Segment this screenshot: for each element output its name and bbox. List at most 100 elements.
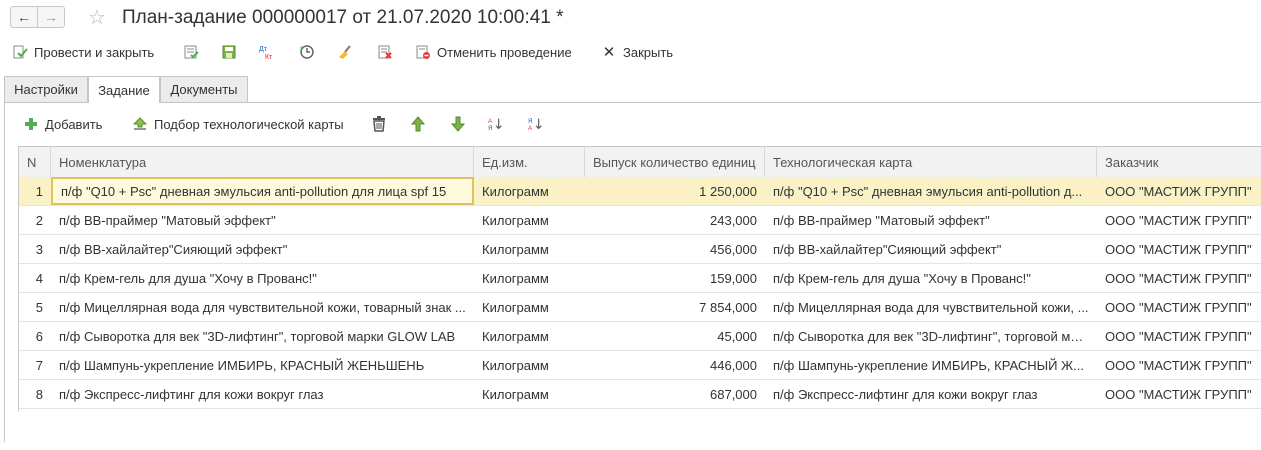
close-icon: ✕ bbox=[602, 44, 616, 61]
column-header-tech-card[interactable]: Технологическая карта bbox=[765, 147, 1097, 177]
row-number[interactable]: 6 bbox=[19, 322, 51, 350]
cell-tech-card[interactable]: п/ф Мицеллярная вода для чувствительной … bbox=[765, 293, 1097, 321]
arrow-up-icon bbox=[410, 116, 426, 132]
cell-customer[interactable]: ООО "МАСТИЖ ГРУПП" bbox=[1097, 380, 1261, 408]
arrow-down-icon bbox=[450, 116, 466, 132]
cancel-posting-label: Отменить проведение bbox=[437, 44, 572, 60]
tab-settings[interactable]: Настройки bbox=[4, 76, 88, 102]
cell-item[interactable]: п/ф Сыворотка для век "3D-лифтинг", торг… bbox=[51, 322, 474, 350]
table-row[interactable]: 3 п/ф BB-хайлайтер"Сияющий эффект" Килогра… bbox=[19, 235, 1261, 264]
column-header-unit[interactable]: Ед.изм. bbox=[474, 147, 585, 177]
cell-unit[interactable]: Килограмм bbox=[474, 264, 585, 292]
sort-ascending-button[interactable]: АЯ bbox=[488, 112, 510, 136]
column-header-customer[interactable]: Заказчик bbox=[1097, 147, 1261, 177]
cell-tech-card[interactable]: п/ф Крем-гель для душа "Хочу в Прованс!" bbox=[765, 264, 1097, 292]
cell-customer[interactable]: ООО "МАСТИЖ ГРУПП" bbox=[1097, 351, 1261, 379]
column-header-quantity[interactable]: Выпуск количество единиц bbox=[585, 147, 765, 177]
table-row[interactable]: 8 п/ф Экспресс-лифтинг для кожи вокруг гл… bbox=[19, 380, 1261, 409]
save-icon[interactable] bbox=[219, 42, 239, 62]
svg-text:А: А bbox=[488, 118, 493, 125]
cell-quantity[interactable]: 7 854,000 bbox=[585, 293, 765, 321]
debit-credit-icon[interactable]: Дт Кт bbox=[257, 42, 277, 62]
cell-customer[interactable]: ООО "МАСТИЖ ГРУПП" bbox=[1097, 293, 1261, 321]
table-row[interactable]: 7 п/ф Шампунь-укрепление ИМБИРЬ, КРАСНЫЙ … bbox=[19, 351, 1261, 380]
cell-customer[interactable]: ООО "МАСТИЖ ГРУПП" bbox=[1097, 264, 1261, 292]
back-button[interactable]: ← bbox=[10, 6, 38, 28]
sort-descending-button[interactable]: ЯА bbox=[528, 112, 550, 136]
table-row[interactable]: 6 п/ф Сыворотка для век "3D-лифтинг", тор… bbox=[19, 322, 1261, 351]
cell-quantity-text: 159,000 bbox=[710, 270, 757, 286]
row-number-text: 8 bbox=[35, 386, 43, 402]
cell-tech-card[interactable]: п/ф Экспресс-лифтинг для кожи вокруг гла… bbox=[765, 380, 1097, 408]
cell-unit[interactable]: Килограмм bbox=[474, 177, 585, 205]
row-number[interactable]: 8 bbox=[19, 380, 51, 408]
move-down-button[interactable] bbox=[450, 112, 472, 136]
cell-quantity[interactable]: 159,000 bbox=[585, 264, 765, 292]
move-up-button[interactable] bbox=[410, 112, 432, 136]
row-number[interactable]: 5 bbox=[19, 293, 51, 321]
broom-icon[interactable] bbox=[335, 42, 355, 62]
cell-unit[interactable]: Килограмм bbox=[474, 380, 585, 408]
history-icon[interactable] bbox=[297, 42, 317, 62]
forward-button[interactable]: → bbox=[37, 6, 65, 28]
svg-text:Я: Я bbox=[528, 118, 533, 125]
cell-customer-text: ООО "МАСТИЖ ГРУПП" bbox=[1105, 241, 1252, 257]
cell-quantity[interactable]: 1 250,000 bbox=[585, 177, 765, 205]
row-number[interactable]: 7 bbox=[19, 351, 51, 379]
row-number-text: 1 bbox=[35, 183, 43, 199]
row-number[interactable]: 3 bbox=[19, 235, 51, 263]
cell-item-text: п/ф Крем-гель для душа "Хочу в Прованс!" bbox=[59, 270, 317, 286]
column-header-n[interactable]: N bbox=[19, 147, 51, 177]
row-number-text: 7 bbox=[35, 357, 43, 373]
delete-mark-icon[interactable] bbox=[375, 42, 395, 62]
cell-unit-text: Килограмм bbox=[482, 386, 549, 402]
cell-item[interactable]: п/ф Мицеллярная вода для чувствительной … bbox=[51, 293, 474, 321]
table-row[interactable]: 2 п/ф BB-праймер "Матовый эффект" Килограм… bbox=[19, 206, 1261, 235]
column-header-item[interactable]: Номенклатура bbox=[51, 147, 474, 177]
post-and-close-button[interactable]: Провести и закрыть bbox=[12, 40, 154, 64]
cell-quantity[interactable]: 687,000 bbox=[585, 380, 765, 408]
cell-unit[interactable]: Килограмм bbox=[474, 322, 585, 350]
row-number[interactable]: 1 bbox=[19, 177, 51, 205]
cancel-posting-button[interactable]: Отменить проведение bbox=[415, 40, 572, 64]
delete-row-button[interactable] bbox=[371, 112, 393, 136]
cell-quantity[interactable]: 243,000 bbox=[585, 206, 765, 234]
cell-quantity[interactable]: 456,000 bbox=[585, 235, 765, 263]
cell-tech-card[interactable]: п/ф Шампунь-укрепление ИМБИРЬ, КРАСНЫЙ Ж… bbox=[765, 351, 1097, 379]
row-number[interactable]: 4 bbox=[19, 264, 51, 292]
cell-item[interactable]: п/ф BB-хайлайтер"Сияющий эффект" bbox=[51, 235, 474, 263]
add-button[interactable]: Добавить bbox=[23, 112, 102, 136]
star-icon[interactable]: ☆ bbox=[88, 5, 106, 30]
cell-unit[interactable]: Килограмм bbox=[474, 206, 585, 234]
cell-item[interactable]: п/ф Экспресс-лифтинг для кожи вокруг гла… bbox=[51, 380, 474, 408]
cell-customer[interactable]: ООО "МАСТИЖ ГРУПП" bbox=[1097, 322, 1261, 350]
cell-customer[interactable]: ООО "МАСТИЖ ГРУПП" bbox=[1097, 206, 1261, 234]
cell-unit[interactable]: Килограмм bbox=[474, 235, 585, 263]
cell-unit[interactable]: Килограмм bbox=[474, 293, 585, 321]
cell-quantity[interactable]: 446,000 bbox=[585, 351, 765, 379]
cell-customer[interactable]: ООО "МАСТИЖ ГРУПП" bbox=[1097, 177, 1261, 205]
tab-divider bbox=[4, 102, 1261, 103]
cell-item[interactable]: п/ф BB-праймер "Матовый эффект" bbox=[51, 206, 474, 234]
cell-item-text: п/ф BB-праймер "Матовый эффект" bbox=[59, 212, 276, 228]
table-row[interactable]: 1 п/ф "Q10 + Psc" дневная эмульсия anti-p… bbox=[19, 177, 1261, 206]
tab-task[interactable]: Задание bbox=[88, 76, 160, 103]
cell-item[interactable]: п/ф "Q10 + Psc" дневная эмульсия anti-po… bbox=[51, 177, 474, 205]
cell-tech-card[interactable]: п/ф BB-праймер "Матовый эффект" bbox=[765, 206, 1097, 234]
tab-documents[interactable]: Документы bbox=[160, 76, 248, 102]
cell-item-text: п/ф Сыворотка для век "3D-лифтинг", торг… bbox=[59, 328, 456, 344]
cell-tech-card[interactable]: п/ф Сыворотка для век "3D-лифтинг", торг… bbox=[765, 322, 1097, 350]
cell-unit[interactable]: Килограмм bbox=[474, 351, 585, 379]
cell-tech-card[interactable]: п/ф BB-хайлайтер"Сияющий эффект" bbox=[765, 235, 1097, 263]
pick-tech-card-button[interactable]: Подбор технологической карты bbox=[132, 112, 344, 136]
cell-quantity[interactable]: 45,000 bbox=[585, 322, 765, 350]
row-number[interactable]: 2 bbox=[19, 206, 51, 234]
table-row[interactable]: 5 п/ф Мицеллярная вода для чувствительной… bbox=[19, 293, 1261, 322]
cell-item[interactable]: п/ф Крем-гель для душа "Хочу в Прованс!" bbox=[51, 264, 474, 292]
cell-tech-card[interactable]: п/ф "Q10 + Psc" дневная эмульсия anti-po… bbox=[765, 177, 1097, 205]
cell-item[interactable]: п/ф Шампунь-укрепление ИМБИРЬ, КРАСНЫЙ Ж… bbox=[51, 351, 474, 379]
post-icon[interactable] bbox=[181, 42, 201, 62]
table-row[interactable]: 4 п/ф Крем-гель для душа "Хочу в Прованс!… bbox=[19, 264, 1261, 293]
close-button[interactable]: ✕ Закрыть bbox=[601, 40, 673, 64]
cell-customer[interactable]: ООО "МАСТИЖ ГРУПП" bbox=[1097, 235, 1261, 263]
